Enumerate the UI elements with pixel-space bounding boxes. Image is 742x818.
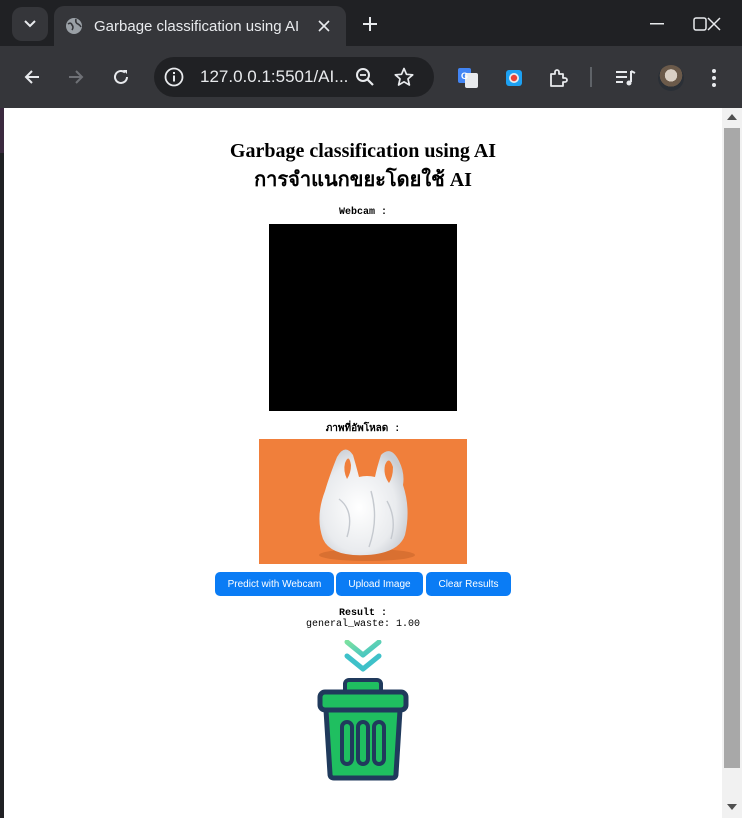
vertical-scrollbar[interactable] [722, 108, 742, 818]
new-tab-icon[interactable] [358, 12, 382, 36]
minimize-icon[interactable] [635, 8, 679, 40]
green-trash-bin-icon [317, 678, 409, 781]
result-label: Result : [338, 608, 387, 619]
upload-image-button[interactable]: Upload Image [336, 572, 423, 596]
browser-window: Garbage classification using AI 127.0.0.… [0, 0, 742, 818]
url-text[interactable]: 127.0.0.1:5501/AI... [200, 67, 348, 87]
clear-results-button[interactable]: Clear Results [426, 572, 511, 596]
bookmark-star-icon[interactable] [393, 66, 415, 88]
globe-icon [65, 17, 83, 35]
record-extension-icon[interactable] [503, 67, 525, 89]
profile-avatar[interactable] [658, 65, 684, 91]
browser-toolbar: 127.0.0.1:5501/AI... G [0, 46, 742, 108]
toolbar-separator [590, 67, 592, 87]
result-value: general_waste: 1.00 [305, 619, 421, 630]
tab-strip: Garbage classification using AI [0, 0, 742, 46]
predict-webcam-button[interactable]: Predict with Webcam [215, 572, 334, 596]
scrollbar-thumb[interactable] [724, 128, 740, 768]
webcam-label: Webcam : [338, 207, 387, 218]
scroll-down-arrow[interactable] [727, 804, 737, 810]
site-info-icon[interactable] [163, 66, 185, 88]
double-chevron-down-icon [344, 640, 382, 672]
back-icon[interactable] [18, 63, 46, 91]
page-viewport: Garbage classification using AI การจำแนก… [4, 108, 742, 818]
tab-title: Garbage classification using AI [94, 17, 300, 35]
address-bar[interactable]: 127.0.0.1:5501/AI... [154, 57, 434, 97]
extensions-puzzle-icon[interactable] [547, 67, 569, 89]
translate-extension-icon[interactable]: G [457, 67, 479, 89]
uploaded-image-plastic-bag [259, 439, 467, 564]
webcam-video [269, 224, 457, 411]
browser-menu-icon[interactable] [704, 65, 724, 91]
page-title-thai: การจำแนกขยะโดยใช้ AI [254, 169, 472, 191]
page-title-english: Garbage classification using AI [229, 140, 497, 162]
tab-search-button[interactable] [12, 7, 48, 41]
forward-icon[interactable] [62, 63, 90, 91]
close-tab-icon[interactable] [314, 16, 334, 36]
zoom-icon[interactable] [354, 66, 376, 88]
page-content: Garbage classification using AI การจำแนก… [4, 108, 722, 818]
scroll-up-arrow[interactable] [727, 114, 737, 120]
active-tab[interactable]: Garbage classification using AI [54, 6, 346, 46]
reload-icon[interactable] [107, 63, 135, 91]
svg-text:G: G [461, 71, 468, 81]
chevron-down-icon [24, 20, 36, 28]
media-controls-icon[interactable] [614, 67, 636, 89]
close-window-icon[interactable] [692, 8, 736, 40]
uploaded-image-label: ภาพที่อัพโหลด : [325, 424, 401, 435]
